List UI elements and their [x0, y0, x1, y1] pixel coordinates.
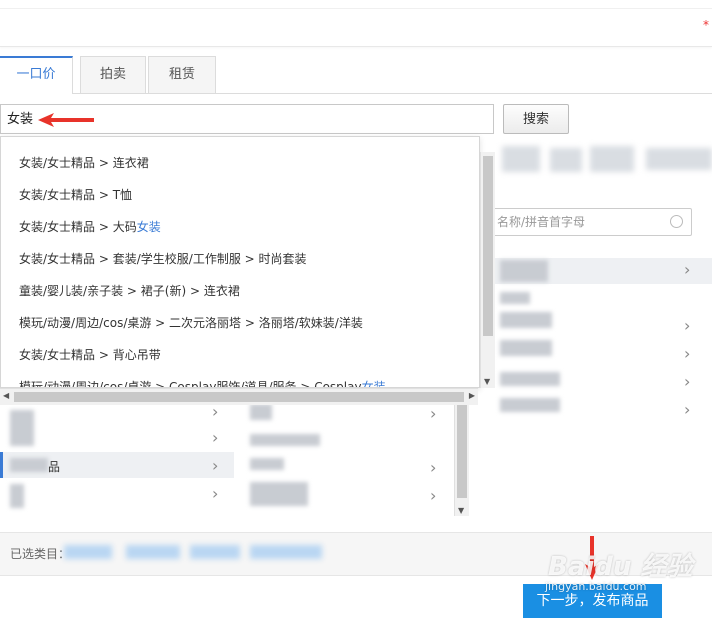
column-scrollbar[interactable]: ▼	[454, 400, 469, 516]
search-suggestion-dropdown: 女装/女士精品 > 连衣裙 女装/女士精品 > T恤 女装/女士精品 > 大码女…	[0, 136, 480, 388]
chevron-right-icon: ›	[212, 428, 219, 447]
tab-auction[interactable]: 拍卖	[80, 56, 146, 93]
top-bar: *	[0, 0, 712, 47]
suggestion-item[interactable]: 模玩/动漫/周边/cos/桌游 > Cosplay服饰/道具/服务 > Cosp…	[19, 371, 386, 387]
chevron-right-icon: ›	[684, 344, 691, 363]
dropdown-horizontal-scrollbar[interactable]: ◀ ▶	[0, 388, 478, 405]
chevron-right-icon: ›	[430, 458, 437, 477]
dropdown-vertical-scrollbar[interactable]: ▼	[480, 152, 495, 388]
chevron-right-icon: ›	[684, 316, 691, 335]
top-mark: *	[703, 18, 709, 32]
tab-fixed-price[interactable]: 一口价	[0, 56, 73, 94]
category-column-level2: › › ›	[234, 400, 454, 516]
chevron-right-icon: ›	[212, 456, 219, 475]
category-filter-input[interactable]: 名称/拼音首字母	[490, 208, 692, 236]
listing-type-tabs: 一口价 拍卖 租赁	[0, 56, 712, 94]
search-icon	[670, 215, 683, 228]
suggestion-item[interactable]: 模玩/动漫/周边/cos/桌游 > 二次元洛丽塔 > 洛丽塔/软妹装/洋装	[19, 307, 363, 339]
watermark-url: jingyan.baidu.com	[545, 580, 647, 593]
chevron-right-icon: ›	[212, 484, 219, 503]
chevron-right-icon: ›	[430, 486, 437, 505]
chevron-right-icon: ›	[684, 372, 691, 391]
suggestion-item[interactable]: 女装/女士精品 > 连衣裙	[19, 147, 149, 179]
red-arrow-annotation-icon	[38, 113, 94, 127]
category-panel-right: 名称/拼音首字母 › › › › ›	[470, 136, 712, 516]
chevron-right-icon: ›	[684, 400, 691, 419]
selected-category-label: 已选类目：	[10, 547, 71, 561]
baidu-watermark: Baidu 经验	[548, 552, 693, 582]
search-button[interactable]: 搜索	[503, 104, 569, 134]
suggestion-item[interactable]: 童装/婴儿装/亲子装 > 裙子(新) > 连衣裙	[19, 275, 240, 307]
suggestion-item[interactable]: 女装/女士精品 > 大码女装	[19, 211, 161, 243]
suggestion-item[interactable]: 女装/女士精品 > T恤	[19, 179, 132, 211]
category-item-label: 品	[48, 460, 61, 474]
suggestion-item[interactable]: 女装/女士精品 > 背心吊带	[19, 339, 161, 371]
tab-rental[interactable]: 租赁	[148, 56, 216, 93]
chevron-right-icon: ›	[430, 404, 437, 423]
suggestion-item[interactable]: 女装/女士精品 > 套装/学生校服/工作制服 > 时尚套装	[19, 243, 307, 275]
chevron-right-icon: ›	[684, 260, 691, 279]
category-column-level1: › › 品 › ›	[0, 400, 235, 516]
